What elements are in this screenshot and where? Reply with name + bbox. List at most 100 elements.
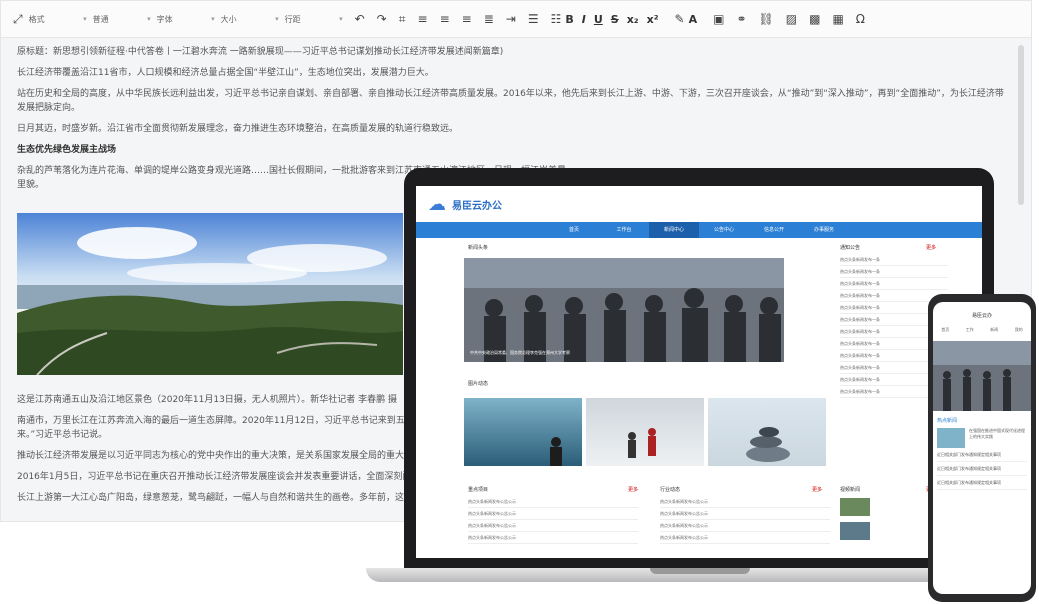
list-item[interactable]: 热点头条新闻发布一条 (840, 278, 948, 290)
list-item[interactable]: 热点头条新闻发布公告公示 (468, 520, 638, 532)
list-item[interactable]: 热点头条新闻发布公告公示 (660, 508, 830, 520)
phone-tabs: 首页 工作 新闻 我的 (933, 327, 1031, 333)
font-color-icon[interactable]: A (689, 13, 698, 26)
section-title-notice: 通知公告 (840, 244, 860, 251)
editor-scrollbar[interactable] (1018, 45, 1024, 205)
format-select[interactable]: 格式▾ (29, 14, 87, 25)
phone-tab[interactable]: 首页 (941, 327, 949, 333)
nav-item-active[interactable]: 新闻中心 (649, 222, 699, 238)
laptop-notch (650, 568, 750, 574)
underline-icon[interactable]: U (594, 13, 603, 26)
headline-caption: 中共中央政治局常委、国务院总理李克强在郑州大学考察 (470, 350, 570, 356)
section-title-industry: 行业动态 (660, 486, 680, 493)
size-select-label: 大小 (221, 14, 237, 25)
nav-item[interactable]: 信息公开 (749, 222, 799, 238)
more-link[interactable]: 更多 (812, 486, 822, 493)
more-link[interactable]: 更多 (628, 486, 638, 493)
chevron-down-icon: ▾ (147, 15, 151, 23)
link-icon[interactable]: ⚭ (736, 13, 746, 25)
bold-icon[interactable]: B (565, 13, 573, 26)
news-title: 在强国在推进中国式现代化进程上的伟大实践 (969, 428, 1027, 448)
editor-toolbar: ⤢ 格式▾ 普通▾ 字体▾ 大小▾ 行距▾ ↶ ↷ ⌗ ≡ ≡ ≡ ≣ ⇥ ☰ … (1, 1, 1031, 38)
subscript-icon[interactable]: x₂ (627, 13, 639, 26)
phone-tab[interactable]: 工作 (966, 327, 974, 333)
phone-news-card[interactable]: 在强国在推进中国式现代化进程上的伟大实践 (937, 428, 1027, 448)
indent-icon[interactable]: ⇥ (506, 13, 516, 25)
bullet-list-icon[interactable]: ☰ (528, 13, 539, 25)
align-right-icon[interactable]: ≡ (462, 13, 472, 25)
section-heading: 生态优先绿色发展主战场 (17, 143, 1012, 157)
photo-thumb-2[interactable] (586, 398, 704, 466)
crowd-photo (464, 258, 784, 362)
fullscreen-icon[interactable]: ⤢ (13, 13, 23, 25)
font-select[interactable]: 字体 ▾ (157, 14, 215, 25)
highlight-color-icon[interactable]: ▣ (713, 13, 724, 25)
list-item[interactable]: 热点头条新闻发布公告公示 (660, 532, 830, 544)
unlink-icon[interactable]: ⛓ (759, 13, 774, 25)
photo-thumb-3[interactable] (708, 398, 826, 466)
phone-list-item[interactable]: 近日相关部门发布通知规定相关事项 (937, 452, 1027, 462)
numbered-list-icon[interactable]: ☷ (551, 13, 562, 25)
phone-list-item[interactable]: 近日相关部门发布通知规定相关事项 (937, 466, 1027, 476)
more-link[interactable]: 更多 (926, 244, 936, 251)
headline-photo[interactable] (464, 258, 784, 362)
laptop-screen: ☁ 易臣云办公 首页 工作台 新闻中心 公告中心 信息公开 办事服务 新闻头条 (416, 186, 982, 558)
size-select[interactable]: 大小▾ (221, 14, 279, 25)
list-item[interactable]: 热点头条新闻发布一条 (840, 254, 948, 266)
lineheight-select-label: 行距 (285, 14, 301, 25)
phone-section-title: 热点新闻 (937, 417, 1031, 424)
section-title-headline: 新闻头条 (468, 244, 488, 251)
format-painter-icon[interactable]: ⌗ (399, 13, 406, 25)
nav-item[interactable]: 公告中心 (699, 222, 749, 238)
clear-format-icon[interactable]: ✎ (675, 13, 685, 25)
video-thumb[interactable] (840, 498, 870, 516)
paragraph-select[interactable]: 普通 ▾ (93, 14, 151, 25)
phone-banner-photo[interactable] (933, 341, 1031, 411)
nav-item[interactable]: 首页 (549, 222, 599, 238)
format-select-label: 格式 (29, 14, 45, 25)
align-center-icon[interactable]: ≡ (440, 13, 450, 25)
font-select-label: 字体 (157, 14, 173, 25)
strikethrough-icon[interactable]: S (611, 13, 619, 26)
list-item[interactable]: 热点头条新闻发布公告公示 (660, 520, 830, 532)
industry-list: 热点头条新闻发布公告公示 热点头条新闻发布公告公示 热点头条新闻发布公告公示 热… (660, 496, 830, 544)
phone-tab[interactable]: 我的 (1015, 327, 1023, 333)
media-icon[interactable]: ▩ (809, 13, 820, 25)
align-justify-icon[interactable]: ≣ (484, 13, 494, 25)
site-header: ☁ 易臣云办公 (416, 186, 982, 222)
nav-item[interactable]: 工作台 (599, 222, 649, 238)
table-icon[interactable]: ▦ (832, 13, 843, 25)
climbers-figure (586, 398, 704, 466)
projects-list: 热点头条新闻发布公告公示 热点头条新闻发布公告公示 热点头条新闻发布公告公示 热… (468, 496, 638, 544)
image-icon[interactable]: ▨ (786, 13, 797, 25)
list-item[interactable]: 热点头条新闻发布一条 (840, 266, 948, 278)
list-item[interactable]: 热点头条新闻发布公告公示 (468, 508, 638, 520)
landscape-photo (17, 213, 403, 375)
phone-list-item[interactable]: 近日相关部门发布通知规定相关事项 (937, 480, 1027, 490)
phone-tab[interactable]: 新闻 (990, 327, 998, 333)
section-title-projects: 重点项目 (468, 486, 488, 493)
list-item[interactable]: 热点头条新闻发布公告公示 (468, 532, 638, 544)
cloud-logo-icon: ☁ (428, 194, 446, 215)
redo-icon[interactable]: ↷ (377, 13, 387, 25)
chevron-down-icon: ▾ (211, 15, 215, 23)
undo-icon[interactable]: ↶ (355, 13, 365, 25)
site-nav: 首页 工作台 新闻中心 公告中心 信息公开 办事服务 (416, 222, 982, 238)
paragraph-select-label: 普通 (93, 14, 109, 25)
photo-thumb-1[interactable] (464, 398, 582, 466)
special-char-icon[interactable]: Ω (856, 13, 865, 25)
laptop-mockup: ☁ 易臣云办公 首页 工作台 新闻中心 公告中心 信息公开 办事服务 新闻头条 (404, 168, 994, 576)
stacked-stones (708, 398, 826, 466)
chevron-down-icon: ▾ (339, 15, 343, 23)
list-item[interactable]: 热点头条新闻发布公告公示 (468, 496, 638, 508)
list-item[interactable]: 热点头条新闻发布公告公示 (660, 496, 830, 508)
section-title-photos: 图片动态 (468, 380, 488, 387)
paragraph: 长江经济带覆盖沿江11省市，人口规模和经济总量占据全国“半壁江山”，生态地位突出… (17, 66, 1012, 80)
italic-icon[interactable]: I (582, 13, 586, 26)
phone-screen: 易臣云办 首页 工作 新闻 我的 热点新闻 在强国在推进中国式现代化进程上的伟大… (933, 302, 1031, 594)
superscript-icon[interactable]: x² (647, 13, 659, 26)
nav-item[interactable]: 办事服务 (799, 222, 849, 238)
video-thumb[interactable] (840, 522, 870, 540)
lineheight-select[interactable]: 行距 ▾ (285, 14, 343, 25)
align-left-icon[interactable]: ≡ (418, 13, 428, 25)
